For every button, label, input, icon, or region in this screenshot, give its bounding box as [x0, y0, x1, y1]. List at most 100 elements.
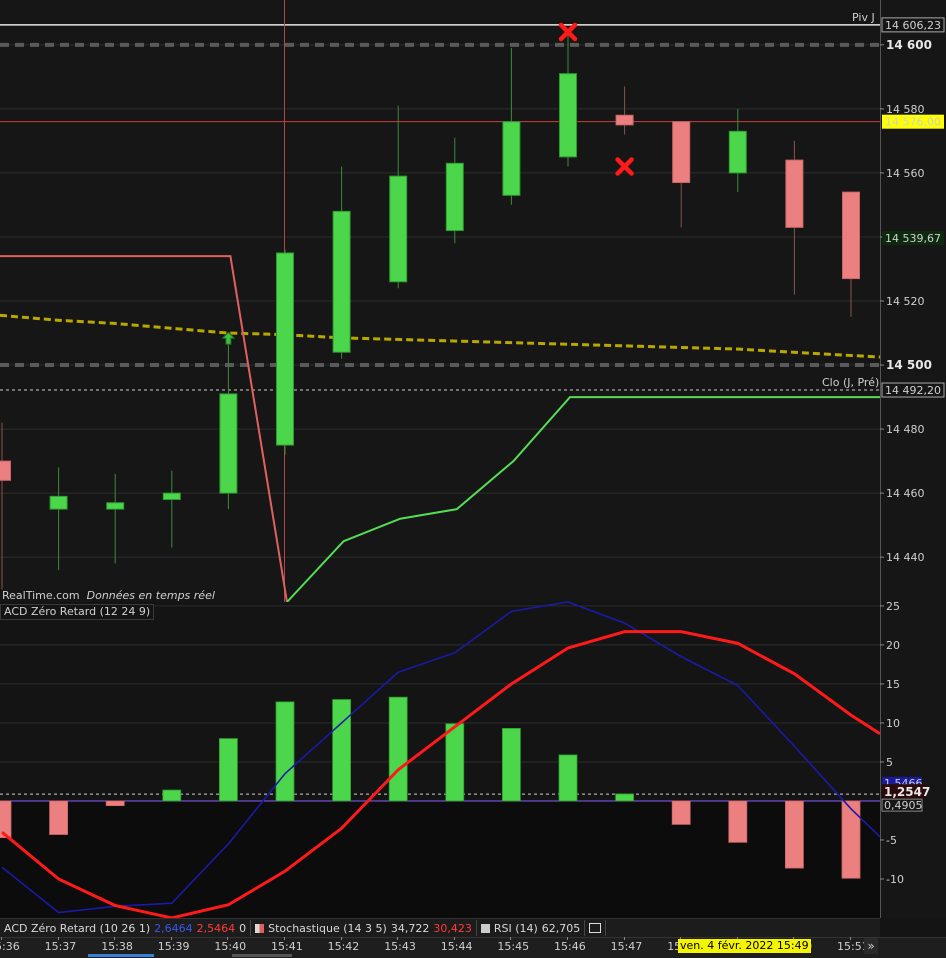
time-tick-mark: [567, 937, 568, 940]
macd2-name: ACD Zéro Retard (10 26 1): [4, 921, 151, 935]
pivot-label: Piv J: [852, 11, 875, 24]
chart-canvas[interactable]: Piv J Clo (J, Pré) 14 440 14 460 14 480 14 5…: [0, 0, 946, 957]
price-axis[interactable]: 14 44014 46014 48014 50014 52014 54014 5…: [880, 0, 946, 918]
macd-histogram-bar: [275, 701, 295, 802]
candle-body: [559, 73, 577, 158]
macd-negative-area: [0, 800, 880, 918]
time-tick-mark: [453, 937, 455, 940]
price-tick-label: 14 520: [886, 295, 925, 308]
indicator-bar: ACD Zéro Retard (10 26 1) 2,6464 2,5464 …: [0, 918, 880, 937]
macd-tick-label: 15: [886, 678, 900, 691]
time-tick-label: 15:42: [327, 940, 360, 953]
price-tick-label: 14 480: [886, 423, 925, 436]
rsi-value: 62,705: [541, 921, 581, 935]
macd2-value-3: 0: [239, 921, 247, 935]
macd-histogram-bar: [49, 800, 68, 835]
macd-histogram-bar: [501, 728, 521, 802]
current-price-tag-text: 14 576,00: [885, 116, 941, 129]
macd-pane-title[interactable]: ACD Zéro Retard (12 24 9): [0, 604, 155, 620]
candle-body: [672, 121, 691, 184]
candle-body: [106, 502, 125, 510]
macd-tick-label: 25: [886, 600, 900, 613]
candle-body: [502, 121, 521, 196]
time-tick-mark: [510, 937, 512, 940]
rsi-icon: [480, 923, 490, 933]
time-tick-mark: [114, 937, 116, 940]
candle-body: [445, 162, 464, 232]
candle-body: [0, 460, 11, 481]
indicator-macd2[interactable]: ACD Zéro Retard (10 26 1) 2,6464 2,5464 …: [0, 920, 252, 936]
macd-tick-label: -10: [886, 873, 904, 886]
price-tick-label: 14 440: [886, 551, 925, 564]
candle-body: [389, 175, 408, 283]
macd-signal-tag-text: 1,2547: [884, 785, 930, 799]
green-level-tag-text: 14 539,67: [885, 232, 941, 245]
time-tick-label: 15:37: [44, 940, 77, 953]
close-prev-label: Clo (J, Pré): [822, 376, 879, 389]
candle-body: [615, 114, 634, 126]
time-tick-label: 15:40: [214, 940, 247, 953]
macd-histogram-bar: [0, 800, 12, 839]
price-pane[interactable]: Piv J Clo (J, Pré): [0, 0, 946, 603]
candle-body: [49, 495, 68, 510]
time-tick-label: 15:46: [554, 940, 586, 953]
macd-tick-label: 10: [886, 717, 900, 730]
macd-histogram-bar: [445, 723, 465, 802]
macd-histogram-bar: [841, 800, 861, 879]
close-prev-tag-text: 14 492,20: [885, 384, 941, 397]
pivot-tag-text: 14 606,23: [885, 19, 941, 32]
macd-histogram-bar: [105, 800, 125, 807]
stochastic-icon: [255, 923, 265, 933]
stoch-value-1: 34,722: [390, 921, 430, 935]
time-tick-label: 15:47: [610, 940, 643, 953]
source-description: Données en temps réel: [86, 589, 215, 602]
time-tick-mark: [340, 937, 342, 940]
restore-window-icon: [589, 923, 602, 933]
indicator-stochastic[interactable]: Stochastique (14 3 5) 34,722 30,423: [251, 920, 477, 936]
time-tick-mark: [170, 937, 172, 940]
data-source-label: RealTime.com Données en temps réel: [2, 589, 215, 603]
price-tick-label: 14 560: [886, 167, 925, 180]
macd-tick-label: 5: [886, 756, 893, 769]
candle-body: [728, 130, 747, 174]
macd-histogram-bar: [218, 738, 238, 802]
restore-window-button[interactable]: [585, 920, 607, 936]
macd-histogram-bar: [388, 696, 408, 802]
time-tick-label: 15:41: [271, 940, 303, 953]
macd-histogram-bar: [615, 793, 634, 802]
time-tick-label: 15:36: [0, 940, 20, 953]
indicator-rsi[interactable]: RSI (14) 62,705: [477, 920, 586, 936]
rsi-name: RSI (14): [493, 921, 538, 935]
candle-body: [219, 393, 238, 494]
macd2-value-2: 2,5464: [196, 921, 236, 935]
time-tick-label: 15:43: [384, 940, 416, 953]
candle-body: [162, 492, 181, 501]
time-tick-label: 15:45: [497, 940, 530, 953]
time-tick-mark: [397, 937, 399, 940]
source-brand: RealTime.com: [2, 589, 80, 602]
time-tick-label: 15:44: [440, 940, 473, 953]
price-tick-label: 14 500: [886, 358, 932, 372]
macd-histogram-bar: [728, 800, 748, 843]
time-tick-mark: [227, 937, 229, 940]
macd-histogram-bar: [162, 789, 182, 802]
price-tick-label: 14 460: [886, 487, 925, 500]
time-tick-mark: [1, 937, 2, 940]
macd-histogram-bar: [671, 800, 691, 825]
time-tick-mark: [623, 937, 625, 940]
macd-histogram-bar: [332, 699, 352, 802]
macd-zero-tag-text: 0,4905: [884, 799, 923, 812]
candle-body: [842, 191, 860, 280]
macd-pane[interactable]: [0, 601, 881, 920]
scroll-right-button[interactable]: »: [864, 938, 878, 954]
macd-histogram-bar: [558, 754, 578, 802]
time-tick-mark: [57, 937, 59, 940]
candle-body: [332, 210, 351, 353]
cursor-date-badge: ven. 4 févr. 2022 15:49: [678, 939, 811, 953]
stoch-name: Stochastique (14 3 5): [268, 921, 387, 935]
macd-tick-label: -5: [886, 834, 897, 847]
price-tick-label: 14 580: [886, 103, 925, 116]
stoch-value-2: 30,423: [433, 921, 472, 935]
time-tick-label: 15:39: [157, 940, 190, 953]
time-tick-label: 15:38: [101, 940, 133, 953]
